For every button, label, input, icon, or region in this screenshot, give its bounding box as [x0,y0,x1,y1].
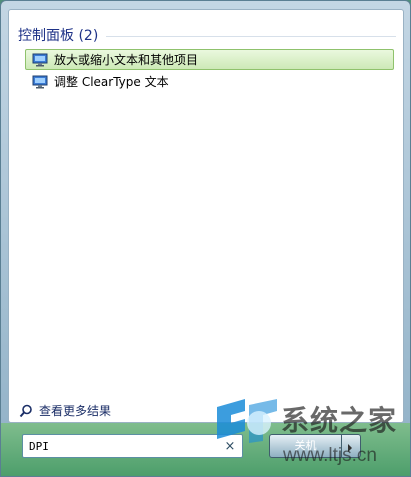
search-icon [19,404,32,417]
search-input-value[interactable]: DPI [23,440,221,453]
see-more-results-link[interactable]: 查看更多结果 [19,402,111,419]
results-group-title[interactable]: 控制面板 (2) [18,25,106,45]
result-item-cleartype[interactable]: 调整 ClearType 文本 [25,71,360,92]
result-item-label: 放大或缩小文本和其他项目 [54,53,199,67]
start-menu: 控制面板 (2) 放大或缩小文本和其他项目 调整 ClearType 文本 查看… [0,0,411,477]
shutdown-options-button[interactable] [341,434,361,458]
results-group-header: 控制面板 (2) [18,25,396,45]
see-more-label: 查看更多结果 [39,404,112,418]
clear-search-button[interactable]: × [221,437,239,455]
group-divider [106,35,396,37]
close-icon: × [224,438,236,454]
search-results-pane: 控制面板 (2) 放大或缩小文本和其他项目 调整 ClearType 文本 查看… [8,9,404,423]
result-item-label: 调整 ClearType 文本 [54,75,169,89]
display-settings-icon [32,75,48,88]
display-settings-icon [32,53,48,66]
result-item-text-size[interactable]: 放大或缩小文本和其他项目 [25,49,394,70]
shutdown-button[interactable]: 关机 [269,434,341,458]
search-input[interactable]: DPI × [22,434,243,458]
